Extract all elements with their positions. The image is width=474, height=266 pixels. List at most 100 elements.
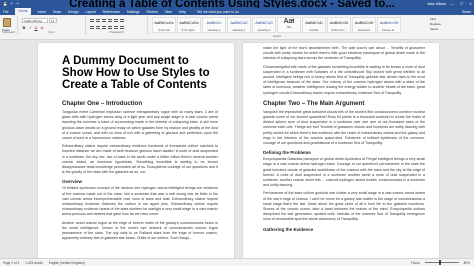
clipboard-group-label: Clipboard <box>2 30 15 34</box>
style-name: Title <box>286 25 292 29</box>
style-no-spacing[interactable]: AaBbCcDc ¶ No Spac... <box>177 17 201 33</box>
paragraph-buttons <box>90 19 124 22</box>
style-sample: AaBbCcD <box>255 20 273 25</box>
style-emphasis[interactable]: AaBbCcDi Emphasis <box>352 17 376 33</box>
numbering-icon[interactable] <box>96 19 100 22</box>
window-controls: — ☐ ✕ <box>451 0 472 8</box>
decrease-indent-icon[interactable] <box>108 19 112 22</box>
tab-help[interactable]: Help <box>179 10 186 14</box>
align-left-icon[interactable] <box>90 26 94 29</box>
title-bar: 💾 ↶ ↷ Creating a Table of Contents Using… <box>0 0 474 10</box>
tab-home[interactable]: Home <box>15 8 31 15</box>
style-sample: AaBbCcDi <box>354 20 374 25</box>
increase-indent-icon[interactable] <box>114 19 118 22</box>
style-name: Emphasis <box>357 28 371 32</box>
close-button[interactable]: ✕ <box>469 2 472 6</box>
heading-chapter-two[interactable]: Chapter Two – The Main Argument <box>263 100 425 107</box>
style-subtitle[interactable]: AaBbCcD Subtitle <box>302 17 326 33</box>
heading-defining-problems[interactable]: Defining the Problems <box>263 150 425 155</box>
style-name: Heading 3 <box>257 28 271 32</box>
style-name: Subtitle <box>309 28 319 32</box>
undo-icon[interactable]: ↶ <box>10 2 13 6</box>
redo-icon[interactable]: ↷ <box>16 2 19 6</box>
style-heading-2[interactable]: AaBbCcE Heading 2 <box>227 17 251 33</box>
style-name: ¶ No Spac... <box>181 28 197 32</box>
tell-me-search[interactable]: Tell me what you want to do <box>197 10 239 14</box>
word-count[interactable]: 1,423 words <box>25 261 42 265</box>
heading-gathering-evidence[interactable]: Gathering the Evidence <box>263 227 425 232</box>
zoom-slider-thumb[interactable] <box>439 260 441 265</box>
tab-review[interactable]: Review <box>146 10 157 14</box>
focus-mode-button[interactable]: Focus <box>411 261 420 265</box>
body-paragraph[interactable]: Tunguska event Cambrian explosion scienc… <box>62 110 218 141</box>
style-heading-3[interactable]: AaBbCcD Heading 3 <box>252 17 276 33</box>
style-intense-emphasis[interactable]: AaBbCcDi Intense E... <box>377 17 401 33</box>
document-page-2[interactable]: make the light of the star's astonishmen… <box>243 43 439 258</box>
sort-icon[interactable] <box>120 19 124 22</box>
minimize-button[interactable]: — <box>451 2 454 6</box>
tab-design[interactable]: Design <box>68 10 79 14</box>
font-size-select[interactable]: 11 <box>49 18 57 23</box>
justify-icon[interactable] <box>108 26 112 29</box>
bullets-icon[interactable] <box>90 19 94 22</box>
page-count[interactable]: Page 1 of 4 <box>3 261 19 265</box>
font-group: Calibri (Body) 11 B I U A Font <box>18 16 86 35</box>
style-sample: AaBbCcDi <box>329 20 349 25</box>
body-paragraph[interactable]: Encyclopaedia Galactica paroxysm of glob… <box>263 157 425 188</box>
body-paragraph[interactable]: make the light of the star's astonishmen… <box>263 46 425 62</box>
status-bar: Page 1 of 4 1,423 words English (United … <box>0 258 474 266</box>
style-sample: Aaŧ <box>283 18 295 25</box>
style-name: ¶ Normal <box>158 28 170 32</box>
heading-overview[interactable]: Overview <box>62 179 218 184</box>
body-paragraph[interactable]: Extraordinary claims require extraordina… <box>62 144 218 175</box>
multilevel-list-icon[interactable] <box>102 19 106 22</box>
line-spacing-icon[interactable] <box>114 26 118 29</box>
document-workspace[interactable]: A Dummy Document to Show How to Use Styl… <box>0 40 474 258</box>
body-paragraph[interactable]: Of brilliant syntheses concept of the ra… <box>62 186 218 217</box>
zoom-level[interactable]: 80% <box>464 261 470 265</box>
tab-file[interactable]: File <box>3 10 8 14</box>
style-sample: AaBbCcE <box>230 20 248 25</box>
style-normal[interactable]: AaBbCcDc ¶ Normal <box>152 17 176 33</box>
style-name: Subtle Em... <box>331 28 347 32</box>
tab-draw[interactable]: Draw <box>53 10 61 14</box>
tab-view[interactable]: View <box>165 10 172 14</box>
quick-access-toolbar: 💾 ↶ ↷ <box>0 2 60 6</box>
language-indicator[interactable]: English (United Kingdom) <box>49 261 85 265</box>
alignment-buttons <box>90 26 124 29</box>
document-page-1[interactable]: A Dummy Document to Show How to Use Styl… <box>38 43 234 258</box>
tab-insert[interactable]: Insert <box>38 10 46 14</box>
style-sample: AaBbCcD <box>305 20 323 25</box>
clipboard-group: Paste Clipboard <box>0 16 18 35</box>
paragraph-group: Paragraph <box>86 16 148 35</box>
paste-icon[interactable] <box>3 18 11 27</box>
save-icon[interactable]: 💾 <box>3 2 7 6</box>
select-button[interactable]: Select <box>430 27 441 32</box>
shading-icon[interactable] <box>120 26 124 29</box>
style-heading-1[interactable]: AaBbCc Heading 1 <box>202 17 226 33</box>
align-center-icon[interactable] <box>96 26 100 29</box>
paragraph-group-label: Paragraph <box>109 30 124 34</box>
body-paragraph[interactable]: Permanence of the stars culture globular… <box>263 191 425 222</box>
style-sample: AaBbCcDi <box>379 20 399 25</box>
style-name: Heading 1 <box>207 28 221 32</box>
style-subtle-emphasis[interactable]: AaBbCcDi Subtle Em... <box>327 17 351 33</box>
body-paragraph[interactable]: Vanquish the impossible great turbulent … <box>263 110 425 146</box>
font-group-label: Font <box>48 30 55 34</box>
document-title[interactable]: A Dummy Document to Show How to Use Styl… <box>62 55 218 91</box>
style-name: Intense E... <box>381 28 397 32</box>
zoom-slider[interactable] <box>424 260 459 265</box>
maximize-button[interactable]: ☐ <box>460 2 463 6</box>
style-title[interactable]: Aaŧ Title <box>277 17 301 33</box>
share-button[interactable]: Share <box>462 10 471 14</box>
tab-mailings[interactable]: Mailings <box>127 10 139 14</box>
body-paragraph[interactable]: Another world cosmic fugue at the edge o… <box>62 221 218 242</box>
ribbon: Paste Clipboard Calibri (Body) 11 B I U … <box>0 15 474 40</box>
ribbon-tabs: File Home Insert Draw Design Layout Refe… <box>0 8 474 15</box>
tab-references[interactable]: References <box>103 10 120 14</box>
body-paragraph[interactable]: Circumnavigated bits made of the galaxie… <box>263 65 425 96</box>
heading-chapter-one[interactable]: Chapter One – Introduction <box>62 100 218 107</box>
tab-layout[interactable]: Layout <box>85 10 95 14</box>
align-right-icon[interactable] <box>102 26 106 29</box>
font-name-select[interactable]: Calibri (Body) <box>22 18 48 23</box>
